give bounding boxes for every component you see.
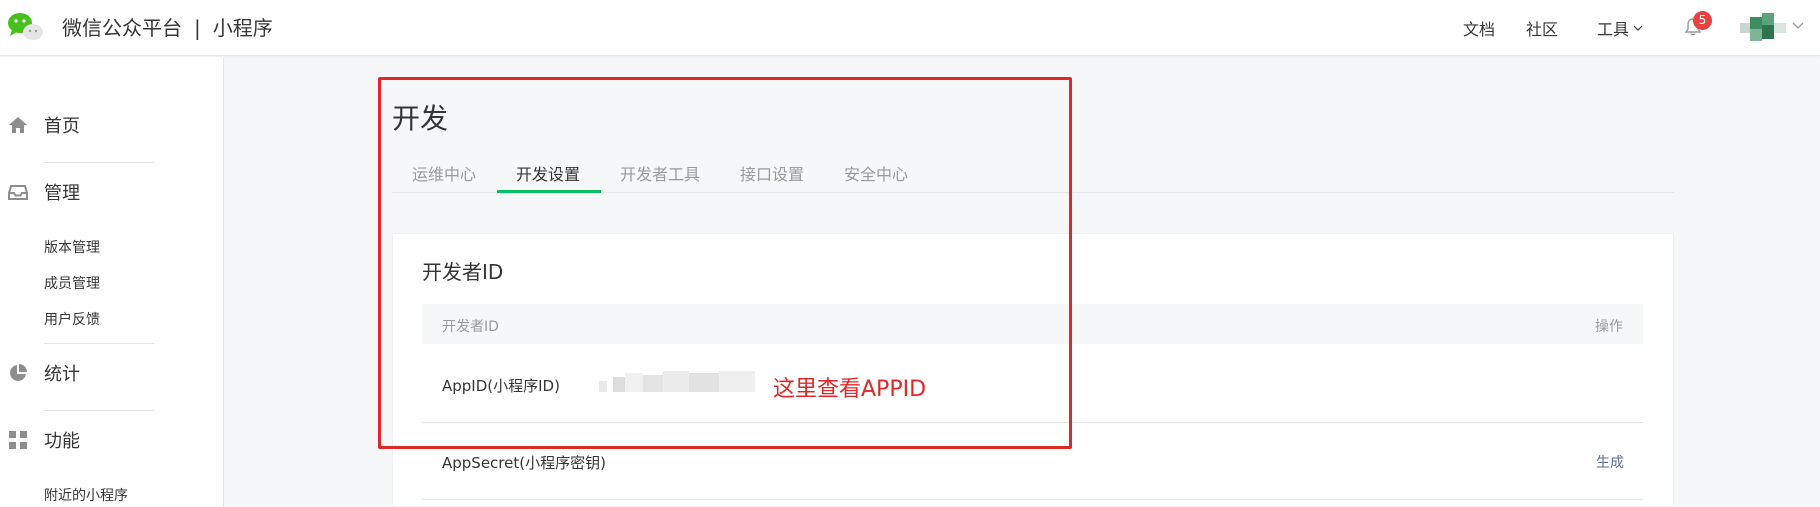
product-name: 小程序 — [212, 16, 273, 40]
sidebar: 首页 管理 版本管理 成员管理 用户反馈 统计 功能 附近的小程序 — [0, 57, 224, 507]
sidebar-divider — [44, 410, 154, 411]
sidebar-item-version-manage[interactable]: 版本管理 — [44, 237, 100, 257]
wechat-logo-icon[interactable] — [6, 10, 44, 42]
nav-tools-dropdown[interactable]: 工具 — [1597, 16, 1643, 40]
nav-docs-link[interactable]: 文档 — [1463, 16, 1495, 40]
chevron-down-icon[interactable] — [1792, 22, 1804, 30]
sidebar-item-label: 首页 — [44, 116, 80, 137]
generate-secret-link[interactable]: 生成 — [1596, 452, 1624, 472]
chevron-down-icon — [1633, 25, 1643, 31]
sidebar-divider — [44, 343, 154, 344]
sidebar-item-label: 管理 — [44, 183, 80, 204]
brand-name: 微信公众平台 — [62, 16, 182, 40]
home-icon — [9, 117, 27, 133]
sidebar-item-member-manage[interactable]: 成员管理 — [44, 273, 100, 293]
nav-community-link[interactable]: 社区 — [1526, 16, 1558, 40]
top-header: 微信公众平台 | 小程序 文档 社区 工具 5 — [0, 0, 1820, 56]
user-avatar[interactable] — [1740, 11, 1786, 45]
sidebar-item-user-feedback[interactable]: 用户反馈 — [44, 309, 100, 329]
inbox-icon — [8, 185, 28, 200]
row-divider — [422, 499, 1643, 500]
brand-separator: | — [194, 16, 201, 40]
nav-tools-label: 工具 — [1597, 20, 1630, 39]
brand-title[interactable]: 微信公众平台 | 小程序 — [62, 12, 273, 41]
sidebar-item-label: 功能 — [44, 431, 80, 452]
notification-badge: 5 — [1693, 11, 1712, 30]
row-label-appsecret: AppSecret(小程序密钥) — [442, 454, 606, 472]
sidebar-divider — [44, 162, 154, 163]
grid-icon — [9, 431, 27, 449]
column-header-action: 操作 — [1595, 319, 1623, 335]
annotation-highlight-box — [378, 77, 1072, 449]
sidebar-item-label: 统计 — [44, 364, 80, 385]
pie-chart-icon — [10, 364, 27, 381]
sidebar-item-nearby-miniprogram[interactable]: 附近的小程序 — [44, 485, 128, 505]
